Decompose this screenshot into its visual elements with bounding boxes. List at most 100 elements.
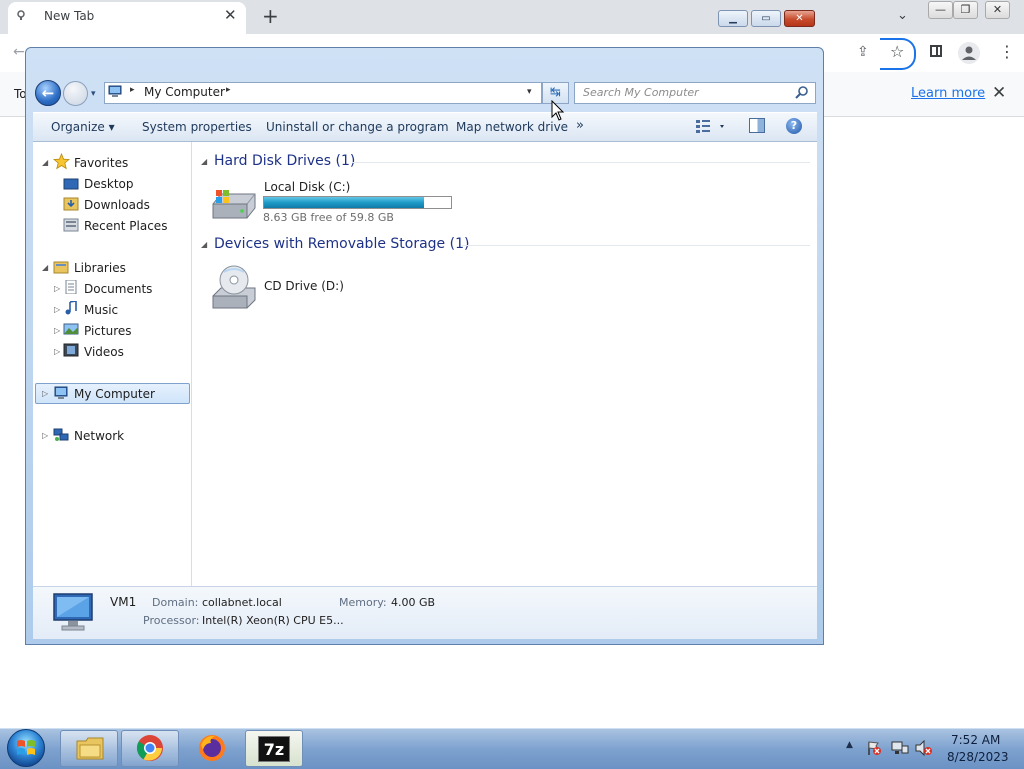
explorer-minimize-button[interactable]: ▁ — [718, 10, 748, 27]
more-commands-button[interactable]: » — [576, 118, 584, 133]
search-icon[interactable] — [795, 85, 809, 99]
recent-pages-chevron-icon[interactable]: ▾ — [91, 89, 96, 99]
minimize-icon: ▁ — [729, 13, 737, 24]
expand-icon[interactable]: ▷ — [54, 284, 60, 293]
explorer-close-button[interactable]: ✕ — [784, 10, 815, 27]
organize-button[interactable]: Organize ▾ — [51, 120, 115, 134]
forward-button[interactable] — [63, 81, 88, 106]
chrome-menu-icon[interactable]: ⋮ — [999, 42, 1015, 61]
back-button[interactable]: ← — [35, 80, 61, 106]
network-icon — [53, 428, 69, 441]
chrome-tab-title: New Tab — [44, 9, 95, 23]
nav-music[interactable]: Music — [84, 303, 118, 317]
help-icon[interactable]: ? — [786, 118, 802, 134]
expand-icon[interactable]: ▷ — [54, 326, 60, 335]
side-panel-icon[interactable] — [930, 45, 942, 57]
action-center-flag-icon[interactable] — [866, 740, 882, 756]
computer-monitor-icon — [53, 593, 93, 631]
learn-more-link[interactable]: Learn more — [911, 86, 985, 101]
memory-value: 4.00 GB — [391, 596, 436, 609]
new-tab-button[interactable]: + — [262, 4, 279, 28]
breadcrumb-my-computer[interactable]: My Computer — [144, 85, 225, 99]
group-divider — [352, 162, 810, 163]
new-tab-favicon-icon — [17, 10, 25, 20]
clock-time[interactable]: 7:52 AM — [951, 733, 1000, 747]
profile-avatar-icon[interactable] — [958, 42, 980, 64]
group-hard-disk-drives[interactable]: Hard Disk Drives (1) — [214, 153, 355, 169]
close-tab-icon[interactable]: ✕ — [224, 6, 237, 24]
share-icon[interactable]: ⇪ — [857, 44, 869, 60]
change-view-icon[interactable] — [695, 118, 725, 134]
expand-collapse-icon[interactable]: ◢ — [42, 158, 48, 167]
expand-icon[interactable]: ▷ — [54, 305, 60, 314]
local-disk-c-free-space: 8.63 GB free of 59.8 GB — [263, 211, 394, 224]
nav-desktop[interactable]: Desktop — [84, 177, 134, 191]
mouse-cursor-icon — [551, 100, 565, 121]
chrome-back-icon[interactable]: ← — [13, 44, 25, 60]
music-icon — [65, 301, 77, 315]
breadcrumb-separator[interactable]: ▸ — [130, 85, 135, 95]
group-collapse-icon[interactable]: ◢ — [201, 240, 207, 249]
chrome-restore-button[interactable]: ❐ — [953, 1, 978, 19]
cd-drive-d-label[interactable]: CD Drive (D:) — [264, 279, 344, 293]
local-disk-c-label[interactable]: Local Disk (C:) — [264, 180, 350, 194]
maximize-icon: ▭ — [761, 13, 771, 24]
windows-logo-icon — [17, 740, 35, 755]
hard-disk-drive-icon[interactable] — [209, 186, 259, 222]
bookmark-star-icon[interactable]: ☆ — [890, 42, 904, 61]
favorites-star-icon — [53, 153, 70, 170]
explorer-folder-icon — [76, 737, 104, 760]
firefox-icon[interactable] — [197, 733, 227, 763]
nav-downloads[interactable]: Downloads — [84, 198, 150, 212]
show-hidden-icons-button[interactable]: ▲ — [846, 740, 853, 750]
my-computer-icon — [54, 386, 68, 399]
pictures-icon — [63, 323, 79, 335]
group-divider — [462, 245, 810, 246]
memory-label: Memory: — [339, 596, 387, 609]
group-removable-storage[interactable]: Devices with Removable Storage (1) — [214, 236, 469, 252]
group-collapse-icon[interactable]: ◢ — [201, 157, 207, 166]
volume-muted-icon[interactable] — [915, 740, 933, 756]
videos-icon — [63, 343, 79, 357]
explorer-maximize-button[interactable]: ▭ — [751, 10, 781, 27]
expand-icon[interactable]: ▷ — [42, 389, 48, 398]
network-status-icon[interactable] — [891, 740, 909, 756]
chrome-close-button[interactable]: ✕ — [985, 1, 1010, 19]
documents-icon — [65, 280, 77, 294]
close-icon: ✕ — [795, 13, 804, 24]
expand-icon[interactable]: ▷ — [42, 431, 48, 440]
minimize-icon: — — [935, 3, 946, 16]
nav-network[interactable]: Network — [74, 429, 124, 443]
close-icon: ✕ — [992, 3, 1003, 16]
processor-label: Processor: — [143, 614, 200, 627]
cd-drive-icon[interactable] — [209, 264, 259, 310]
uninstall-program-button[interactable]: Uninstall or change a program — [266, 120, 449, 134]
map-network-drive-button[interactable]: Map network drive — [456, 120, 568, 134]
expand-collapse-icon[interactable]: ◢ — [42, 263, 48, 272]
infobar-close-icon[interactable]: ✕ — [992, 83, 1006, 103]
tab-search-chevron-icon[interactable]: ⌄ — [897, 8, 908, 23]
nav-recent-places[interactable]: Recent Places — [84, 219, 167, 233]
recent-places-icon — [63, 218, 79, 232]
disk-usage-fill — [264, 197, 424, 208]
processor-value: Intel(R) Xeon(R) CPU E5... — [202, 614, 344, 627]
details-pane — [33, 586, 817, 639]
search-placeholder: Search My Computer — [583, 86, 699, 99]
7zip-icon: 7z — [258, 736, 290, 762]
nav-libraries[interactable]: Libraries — [74, 261, 126, 275]
desktop-icon — [63, 178, 79, 190]
chrome-minimize-button[interactable]: — — [928, 1, 953, 19]
preview-pane-icon[interactable] — [749, 118, 765, 133]
nav-favorites[interactable]: Favorites — [74, 156, 128, 170]
system-properties-button[interactable]: System properties — [142, 120, 252, 134]
libraries-icon — [53, 261, 69, 274]
clock-date[interactable]: 8/28/2023 — [947, 750, 1009, 764]
expand-icon[interactable]: ▷ — [54, 347, 60, 356]
nav-my-computer[interactable]: My Computer — [74, 387, 155, 401]
nav-videos[interactable]: Videos — [84, 345, 124, 359]
breadcrumb-separator[interactable]: ▸ — [226, 85, 231, 95]
restore-icon: ❐ — [960, 3, 971, 16]
address-dropdown-icon[interactable]: ▾ — [527, 87, 532, 97]
nav-pictures[interactable]: Pictures — [84, 324, 132, 338]
nav-documents[interactable]: Documents — [84, 282, 152, 296]
